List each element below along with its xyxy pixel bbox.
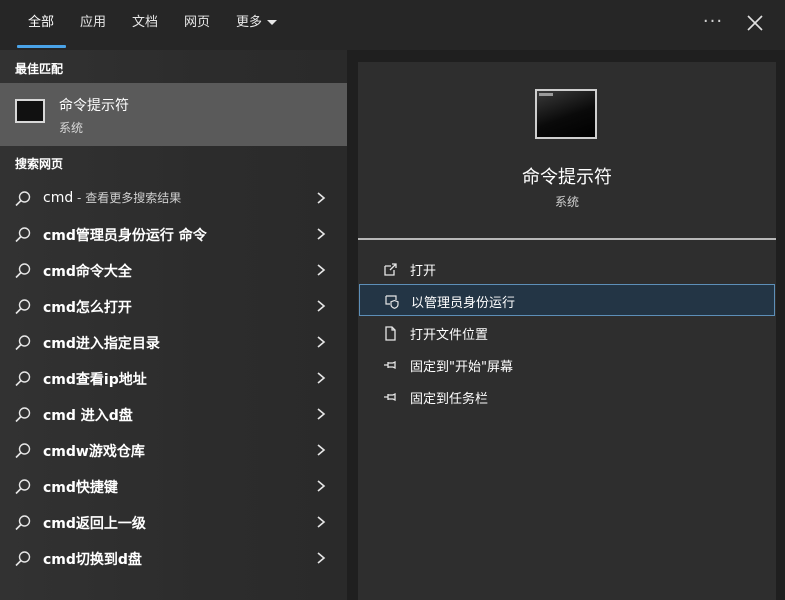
web-result-cmd-admin-run[interactable]: cmd管理员身份运行 命令 xyxy=(0,216,347,252)
chevron-right-icon xyxy=(317,408,326,420)
divider xyxy=(358,238,776,240)
tab-all[interactable]: 全部 xyxy=(28,14,54,32)
search-icon xyxy=(15,371,31,387)
web-result-label: cmd管理员身份运行 命令 xyxy=(43,225,207,245)
detail-app-name: 命令提示符 xyxy=(522,167,612,188)
file-icon xyxy=(385,326,396,341)
web-result-cmd-commands[interactable]: cmd命令大全 xyxy=(0,252,347,288)
web-result-label: cmd进入指定目录 xyxy=(43,333,160,353)
chevron-down-icon xyxy=(267,20,278,25)
chevron-right-icon xyxy=(317,228,326,240)
best-match-subtitle: 系统 xyxy=(59,121,84,135)
web-result-cmdw-game[interactable]: cmdw游戏仓库 xyxy=(0,432,347,468)
web-result-query: cmd返回上一级 xyxy=(43,516,146,532)
search-icon xyxy=(15,191,31,207)
shield-icon xyxy=(385,295,399,309)
active-tab-indicator xyxy=(17,45,66,48)
action-pin-to-start[interactable]: 固定到"开始"屏幕 xyxy=(358,348,776,380)
web-result-label: cmd 进入d盘 xyxy=(43,405,133,425)
web-result-suffix: - 查看更多搜索结果 xyxy=(73,191,182,205)
command-prompt-icon xyxy=(15,99,45,123)
detail-pane: 命令提示符 系统 打开以管理员身份运行 打开文件位置固定到"开始"屏幕 固定到任务栏 xyxy=(358,62,776,600)
best-match-heading: 最佳匹配 xyxy=(15,62,64,76)
web-result-label: cmd命令大全 xyxy=(43,261,132,281)
search-icon xyxy=(15,515,31,531)
tab-more[interactable]: 更多 xyxy=(236,14,278,32)
close-icon xyxy=(747,15,763,31)
web-result-label: cmd返回上一级 xyxy=(43,513,146,533)
chevron-right-icon xyxy=(317,372,326,384)
web-result-query: cmd查看ip地址 xyxy=(43,372,147,388)
web-result-cmd-shortcuts[interactable]: cmd快捷键 xyxy=(0,468,347,504)
web-result-query: cmd 进入d盘 xyxy=(43,408,133,424)
search-icon xyxy=(15,335,31,351)
pin-icon xyxy=(384,392,396,402)
action-label: 打开文件位置 xyxy=(410,328,489,343)
more-options-button[interactable]: ··· xyxy=(702,10,724,34)
web-result-cmd-enter-dir[interactable]: cmd进入指定目录 xyxy=(0,324,347,360)
chevron-right-icon xyxy=(317,516,326,528)
web-result-cmd-up-level[interactable]: cmd返回上一级 xyxy=(0,504,347,540)
command-prompt-large-icon xyxy=(535,89,597,139)
chevron-right-icon xyxy=(317,264,326,276)
search-icon xyxy=(15,407,31,423)
web-result-cmd-ip[interactable]: cmd查看ip地址 xyxy=(0,360,347,396)
web-result-query: cmd快捷键 xyxy=(43,480,118,496)
web-result-label: cmd查看ip地址 xyxy=(43,369,147,389)
chevron-right-icon xyxy=(317,300,326,312)
detail-app-type: 系统 xyxy=(554,195,579,209)
web-result-cmd-how-open[interactable]: cmd怎么打开 xyxy=(0,288,347,324)
web-result-query: cmd xyxy=(43,190,74,206)
chevron-right-icon xyxy=(317,480,326,492)
best-match-title: 命令提示符 xyxy=(59,98,129,114)
web-result-label: cmd怎么打开 xyxy=(43,297,132,317)
best-match-item[interactable]: 命令提示符 系统 xyxy=(0,83,347,146)
close-button[interactable] xyxy=(744,12,766,34)
search-icon xyxy=(15,299,31,315)
open-icon xyxy=(384,263,397,276)
tab-more-label: 更多 xyxy=(236,15,263,30)
action-label: 打开 xyxy=(410,264,437,279)
search-icon xyxy=(15,227,31,243)
web-result-cmd-switch-d[interactable]: cmd切换到d盘 xyxy=(0,540,347,576)
search-tab-bar: 全部 应用 文档 网页 更多 ··· xyxy=(0,0,785,50)
action-pin-to-taskbar[interactable]: 固定到任务栏 xyxy=(358,380,776,412)
web-result-query: cmd怎么打开 xyxy=(43,300,132,316)
web-result-query: cmd进入指定目录 xyxy=(43,336,160,352)
action-open-file-location[interactable]: 打开文件位置 xyxy=(358,316,776,348)
search-icon xyxy=(15,443,31,459)
web-result-label: cmdw游戏仓库 xyxy=(43,441,145,461)
pin-icon xyxy=(384,360,396,370)
action-label: 固定到任务栏 xyxy=(410,392,489,407)
tab-documents[interactable]: 文档 xyxy=(132,14,158,32)
web-result-label: cmd快捷键 xyxy=(43,477,118,497)
web-result-query: cmdw游戏仓库 xyxy=(43,444,145,460)
tab-web[interactable]: 网页 xyxy=(184,14,210,32)
web-result-cmd-enter-d[interactable]: cmd 进入d盘 xyxy=(0,396,347,432)
chevron-right-icon xyxy=(317,192,326,204)
web-search-heading: 搜索网页 xyxy=(15,157,64,171)
action-label: 固定到"开始"屏幕 xyxy=(410,360,513,375)
action-label: 以管理员身份运行 xyxy=(411,296,516,311)
web-result-query: cmd管理员身份运行 命令 xyxy=(43,228,207,244)
web-result-label: cmd切换到d盘 xyxy=(43,549,142,569)
action-open[interactable]: 打开 xyxy=(358,252,776,284)
search-icon xyxy=(15,263,31,279)
results-pane: 最佳匹配 命令提示符 系统 搜索网页 cmd - 查看更多搜索结果 cmd管理员身… xyxy=(0,50,347,600)
chevron-right-icon xyxy=(317,336,326,348)
tab-apps[interactable]: 应用 xyxy=(80,14,106,32)
web-result-query: cmd命令大全 xyxy=(43,264,132,280)
chevron-right-icon xyxy=(317,552,326,564)
web-result-label: cmd - 查看更多搜索结果 xyxy=(43,189,181,206)
search-icon xyxy=(15,479,31,495)
action-run-as-admin[interactable]: 以管理员身份运行 xyxy=(359,284,775,316)
search-icon xyxy=(15,551,31,567)
web-result-cmd-more[interactable]: cmd - 查看更多搜索结果 xyxy=(0,180,347,216)
web-result-query: cmd切换到d盘 xyxy=(43,552,142,568)
chevron-right-icon xyxy=(317,444,326,456)
